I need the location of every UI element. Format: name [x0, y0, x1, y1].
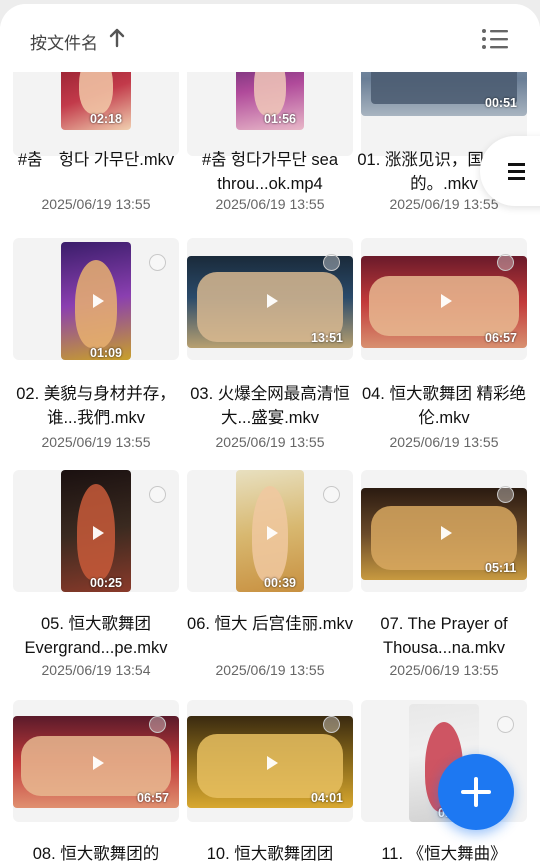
- select-checkbox[interactable]: [149, 254, 166, 271]
- duration-label: 01:09: [90, 346, 122, 360]
- file-name: 03. 火爆全网最高清恒大...盛宴.mkv: [190, 385, 350, 427]
- thumbnail-frame: 13:51: [187, 238, 353, 360]
- file-name: 11. 《恒大舞曲》: [381, 845, 507, 863]
- file-name: 07. The Prayer of Thousa...na.mkv: [380, 615, 508, 657]
- play-icon: [93, 294, 104, 308]
- select-checkbox[interactable]: [323, 486, 340, 503]
- duration-label: 05:11: [485, 561, 517, 575]
- select-checkbox[interactable]: [149, 486, 166, 503]
- duration-label: 00:39: [264, 576, 296, 590]
- file-name: #춤 헝다가무단 sea throu...ok.mp4: [201, 151, 339, 193]
- duration-label: 06:57: [485, 331, 517, 345]
- play-icon: [93, 526, 104, 540]
- duration-label: 06:57: [137, 791, 169, 805]
- file-date: 2025/06/19 13:55: [215, 434, 325, 450]
- list-view-icon[interactable]: [480, 26, 510, 52]
- menu-icon: [508, 163, 525, 184]
- duration-label: 00:25: [90, 576, 122, 590]
- file-date: 2025/06/19 13:55: [41, 196, 151, 212]
- file-date: 2025/06/19 13:55: [389, 434, 499, 450]
- video-grid: 02:18 #춤 헝다 가무단.mkv 2025/06/19 13:55 01:…: [0, 4, 540, 867]
- arrow-up-icon[interactable]: [107, 27, 127, 49]
- duration-label: 13:51: [311, 331, 343, 345]
- sort-header: 按文件名: [0, 4, 540, 72]
- select-checkbox[interactable]: [497, 254, 514, 271]
- select-checkbox[interactable]: [497, 486, 514, 503]
- select-checkbox[interactable]: [149, 716, 166, 733]
- file-date: 2025/06/19 13:55: [215, 662, 325, 678]
- duration-label: 02:18: [90, 112, 122, 126]
- file-date: 2025/06/19 13:55: [215, 196, 325, 212]
- play-icon: [441, 526, 452, 540]
- select-checkbox[interactable]: [497, 716, 514, 733]
- file-date: 2025/06/19 13:55: [41, 434, 151, 450]
- play-icon: [267, 526, 278, 540]
- play-icon: [441, 294, 452, 308]
- thumbnail-frame: 00:25: [13, 470, 179, 592]
- file-name: 06. 恒大 后宫佳丽.mkv: [187, 615, 353, 633]
- thumbnail-frame: 00:39: [187, 470, 353, 592]
- duration-label: 00:51: [485, 96, 517, 110]
- select-checkbox[interactable]: [323, 716, 340, 733]
- file-name: 05. 恒大歌舞团 Evergrand...pe.mkv: [24, 615, 168, 657]
- duration-label: 04:01: [311, 791, 343, 805]
- file-name: 04. 恒大歌舞团 精彩绝伦.mkv: [361, 385, 527, 427]
- play-icon: [93, 756, 104, 770]
- file-name: 02. 美貌与身材并存，谁...我們.mkv: [16, 385, 176, 427]
- play-icon: [267, 294, 278, 308]
- play-icon: [267, 756, 278, 770]
- thumbnail-frame: 05:11: [361, 470, 527, 592]
- file-browser-sheet: 02:18 #춤 헝다 가무단.mkv 2025/06/19 13:55 01:…: [0, 4, 540, 867]
- sort-by-name-label[interactable]: 按文件名: [30, 29, 98, 54]
- thumbnail-frame: 04:01: [187, 700, 353, 822]
- thumbnail-frame: 06:57: [13, 700, 179, 822]
- thumbnail-frame: 01:09: [13, 238, 179, 360]
- file-date: 2025/06/19 13:54: [41, 662, 151, 678]
- thumbnail-frame: 06:57: [361, 238, 527, 360]
- file-name: 08. 恒大歌舞团的: [32, 845, 160, 863]
- file-name: #춤 헝다 가무단.mkv: [17, 151, 175, 169]
- select-checkbox[interactable]: [323, 254, 340, 271]
- file-name: 10. 恒大歌舞团团: [206, 845, 334, 863]
- duration-label: 01:56: [264, 112, 296, 126]
- file-date: 2025/06/19 13:55: [389, 662, 499, 678]
- add-button[interactable]: [438, 754, 514, 830]
